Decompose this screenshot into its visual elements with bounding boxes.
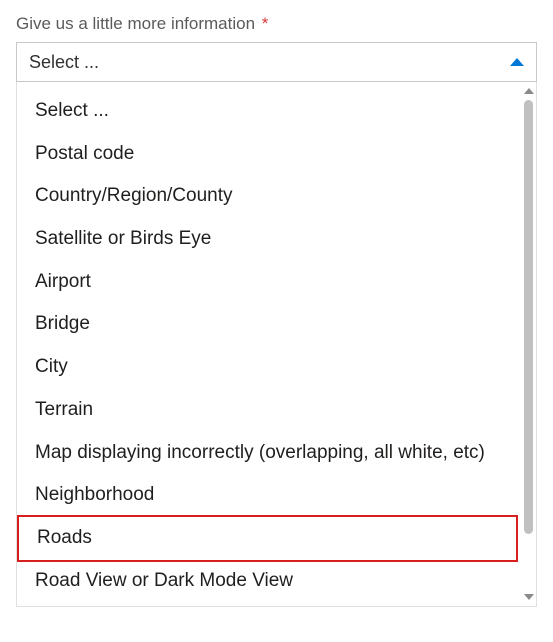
- scrollbar[interactable]: [522, 88, 535, 600]
- dropdown-option[interactable]: Map displaying incorrectly (overlapping,…: [17, 432, 518, 475]
- select-placeholder-text: Select ...: [29, 52, 99, 73]
- dropdown-option[interactable]: Terrain: [17, 389, 518, 432]
- scroll-up-icon[interactable]: [524, 88, 534, 94]
- dropdown-option[interactable]: Neighborhood: [17, 474, 518, 517]
- dropdown-option[interactable]: Country/Region/County: [17, 175, 518, 218]
- form-label: Give us a little more information *: [16, 14, 537, 34]
- dropdown-option[interactable]: Postal code: [17, 133, 518, 176]
- form-label-text: Give us a little more information: [16, 14, 255, 33]
- select-trigger[interactable]: Select ...: [16, 42, 537, 82]
- scroll-down-icon[interactable]: [524, 594, 534, 600]
- dropdown-option[interactable]: Airport: [17, 261, 518, 304]
- dropdown-option[interactable]: Road View or Dark Mode View: [17, 560, 518, 603]
- scroll-thumb[interactable]: [524, 100, 533, 534]
- dropdown-option[interactable]: Satellite or Birds Eye: [17, 218, 518, 261]
- dropdown-panel: Select ...Postal codeCountry/Region/Coun…: [16, 82, 537, 607]
- caret-up-icon: [510, 58, 524, 66]
- required-asterisk: *: [262, 14, 269, 33]
- dropdown-option[interactable]: Select ...: [17, 90, 518, 133]
- options-list: Select ...Postal codeCountry/Region/Coun…: [17, 90, 536, 602]
- dropdown-option[interactable]: Roads: [17, 515, 518, 562]
- dropdown-option[interactable]: City: [17, 346, 518, 389]
- dropdown-option[interactable]: Bridge: [17, 303, 518, 346]
